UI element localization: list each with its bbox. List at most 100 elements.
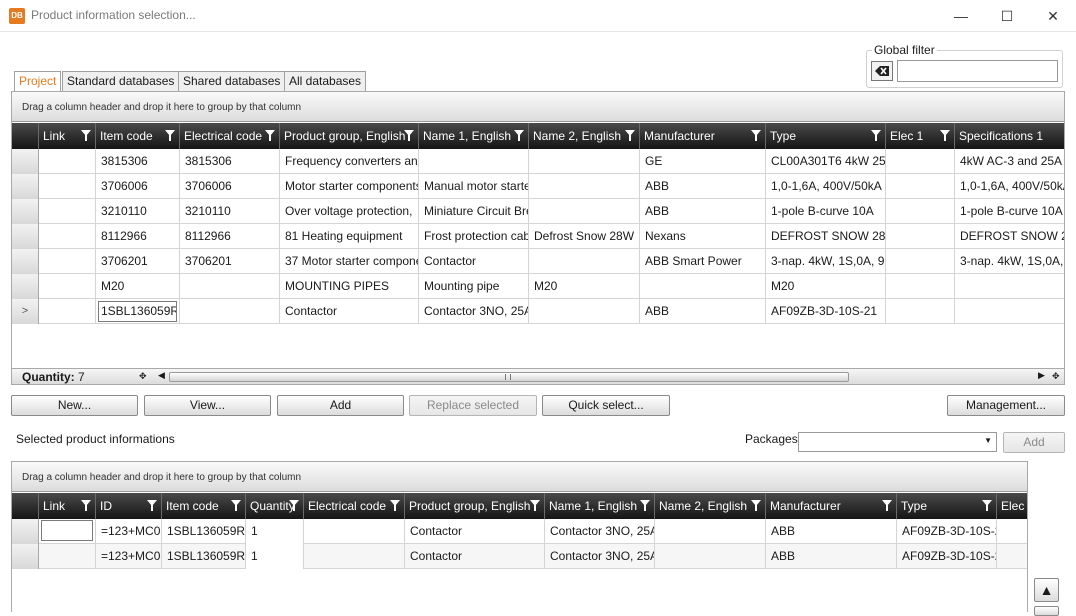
cell-name-1[interactable]: Contactor 3NO, 25A	[545, 544, 655, 569]
cell-type[interactable]: AF09ZB-3D-10S-21	[897, 544, 997, 569]
row-selector[interactable]	[12, 249, 39, 274]
cell-id[interactable]: =123+MC01	[96, 544, 162, 569]
cell-type[interactable]: 3-nap. 4kW, 1S,0A, 9	[766, 249, 886, 274]
filter-icon[interactable]	[81, 130, 91, 141]
cell-item-code[interactable]: 1SBL136059R2	[162, 544, 246, 569]
cell-specifications-1[interactable]: DEFROST SNOW 28W	[955, 224, 1064, 249]
cell-product-group[interactable]: MOUNTING PIPES	[280, 274, 419, 299]
cell-item-code-editor[interactable]: 1SBL136059R2	[96, 299, 180, 324]
column-header-product-group[interactable]: Product group, English	[405, 493, 545, 519]
filter-icon[interactable]	[882, 500, 892, 511]
tab-shared-databases[interactable]: Shared databases	[178, 71, 286, 91]
cell-manufacturer[interactable]: ABB	[766, 544, 897, 569]
cell-link[interactable]	[39, 224, 96, 249]
filter-icon[interactable]	[625, 130, 635, 141]
cell-elec-1[interactable]	[886, 174, 955, 199]
cell-manufacturer[interactable]: GE	[640, 149, 766, 174]
table-row[interactable]: 3815306 3815306 Frequency converters and…	[12, 149, 1064, 174]
new-button[interactable]: New...	[11, 395, 138, 416]
column-header-specifications-1[interactable]: Specifications 1	[955, 123, 1064, 149]
cell-name-1[interactable]: Miniature Circuit Breaker	[419, 199, 529, 224]
column-header-type[interactable]: Type	[766, 123, 886, 149]
cell-item-code[interactable]: 1SBL136059R2	[162, 519, 246, 544]
column-header-product-group[interactable]: Product group, English	[280, 123, 419, 149]
cell-product-group[interactable]: Motor starter components	[280, 174, 419, 199]
filter-icon[interactable]	[404, 130, 414, 141]
cell-elec-1[interactable]	[886, 224, 955, 249]
cell-product-group[interactable]: Frequency converters and	[280, 149, 419, 174]
cell-name-1[interactable]: Contactor 3NO, 25A	[419, 299, 529, 324]
column-header-type[interactable]: Type	[897, 493, 997, 519]
cell-specifications-1[interactable]: 1,0-1,6A, 400V/50kA	[955, 174, 1064, 199]
cell-specifications-1[interactable]: 1-pole B-curve 10A	[955, 199, 1064, 224]
scroll-left-arrow-icon[interactable]: ◀	[158, 370, 165, 381]
cell-link[interactable]	[39, 519, 96, 544]
cell-link[interactable]	[39, 544, 96, 569]
table-row[interactable]: 3210110 3210110 Over voltage protection,…	[12, 199, 1064, 224]
column-header-item-code[interactable]: Item code	[162, 493, 246, 519]
filter-icon[interactable]	[147, 500, 157, 511]
column-header-name-1[interactable]: Name 1, English	[419, 123, 529, 149]
column-header-link[interactable]: Link	[39, 123, 96, 149]
cell-type[interactable]: DEFROST SNOW 28W	[766, 224, 886, 249]
view-button[interactable]: View...	[144, 395, 271, 416]
filter-icon[interactable]	[265, 130, 275, 141]
cell-quantity[interactable]: 1	[246, 544, 304, 569]
scroll-right-arrow-icon[interactable]: ▶	[1038, 370, 1045, 381]
cell-electrical-code[interactable]: 8112966	[180, 224, 280, 249]
table-row[interactable]: M20 MOUNTING PIPES Mounting pipe M20 M20	[12, 274, 1064, 299]
minimize-button[interactable]: —	[938, 0, 984, 32]
row-selector[interactable]	[12, 274, 39, 299]
cell-item-code[interactable]: 8112966	[96, 224, 180, 249]
packages-select[interactable]: ▼	[798, 432, 997, 452]
cell-type[interactable]: M20	[766, 274, 886, 299]
cell-elec-1[interactable]	[886, 249, 955, 274]
cell-item-code[interactable]: 3815306	[96, 149, 180, 174]
cell-edit-input[interactable]: 1SBL136059R2	[98, 301, 177, 322]
cell-type[interactable]: CL00A301T6 4kW 25A	[766, 149, 886, 174]
column-header-elec-1[interactable]: Elec 1	[886, 123, 955, 149]
cell-item-code[interactable]: M20	[96, 274, 180, 299]
filter-icon[interactable]	[81, 500, 91, 511]
cell-item-code[interactable]: 3706006	[96, 174, 180, 199]
cell-manufacturer[interactable]: Nexans	[640, 224, 766, 249]
cell-manufacturer[interactable]: ABB	[640, 299, 766, 324]
cell-name-1[interactable]: Manual motor starter	[419, 174, 529, 199]
cell-name-2[interactable]: M20	[529, 274, 640, 299]
filter-icon[interactable]	[390, 500, 400, 511]
row-selector[interactable]	[12, 519, 39, 544]
cell-id[interactable]: =123+MC01	[96, 519, 162, 544]
column-header-name-2[interactable]: Name 2, English	[655, 493, 766, 519]
quick-select-button[interactable]: Quick select...	[542, 395, 670, 416]
filter-icon[interactable]	[871, 130, 881, 141]
column-header-manufacturer[interactable]: Manufacturer	[766, 493, 897, 519]
cell-name-1[interactable]	[419, 149, 529, 174]
move-up-button[interactable]: ▲	[1034, 578, 1059, 602]
group-by-panel[interactable]: Drag a column header and drop it here to…	[12, 92, 1064, 122]
cell-electrical-code[interactable]: 3210110	[180, 199, 280, 224]
maximize-button[interactable]: ☐	[984, 0, 1030, 32]
horizontal-scrollbar-thumb[interactable]	[169, 372, 849, 382]
table-row[interactable]: 3706201 3706201 37 Motor starter compone…	[12, 249, 1064, 274]
filter-icon[interactable]	[640, 500, 650, 511]
cell-product-group[interactable]: Over voltage protection,	[280, 199, 419, 224]
column-header-electrical-code[interactable]: Electrical code	[304, 493, 405, 519]
filter-icon[interactable]	[231, 500, 241, 511]
cell-elec-1[interactable]	[886, 149, 955, 174]
cell-specifications-1[interactable]	[955, 274, 1064, 299]
table-row[interactable]: =123+MC01 1SBL136059R2 1 Contactor Conta…	[12, 544, 1027, 569]
cell-electrical-code[interactable]: 3815306	[180, 149, 280, 174]
cell-name-2[interactable]: Defrost Snow 28W	[529, 224, 640, 249]
link-input[interactable]	[41, 520, 93, 541]
cell-name-2[interactable]	[655, 519, 766, 544]
close-button[interactable]: ✕	[1030, 0, 1076, 32]
cell-type[interactable]: AF09ZB-3D-10S-21	[766, 299, 886, 324]
filter-icon[interactable]	[940, 130, 950, 141]
row-selector[interactable]	[12, 544, 39, 569]
cell-manufacturer[interactable]: ABB	[640, 199, 766, 224]
cell-type[interactable]: 1-pole B-curve 10A	[766, 199, 886, 224]
column-chooser-icon[interactable]: ✥	[139, 371, 149, 381]
table-row[interactable]: 8112966 8112966 81 Heating equipment Fro…	[12, 224, 1064, 249]
tab-all-databases[interactable]: All databases	[284, 71, 367, 91]
table-row-current[interactable]: > 1SBL136059R2 Contactor Contactor 3NO, …	[12, 299, 1064, 324]
